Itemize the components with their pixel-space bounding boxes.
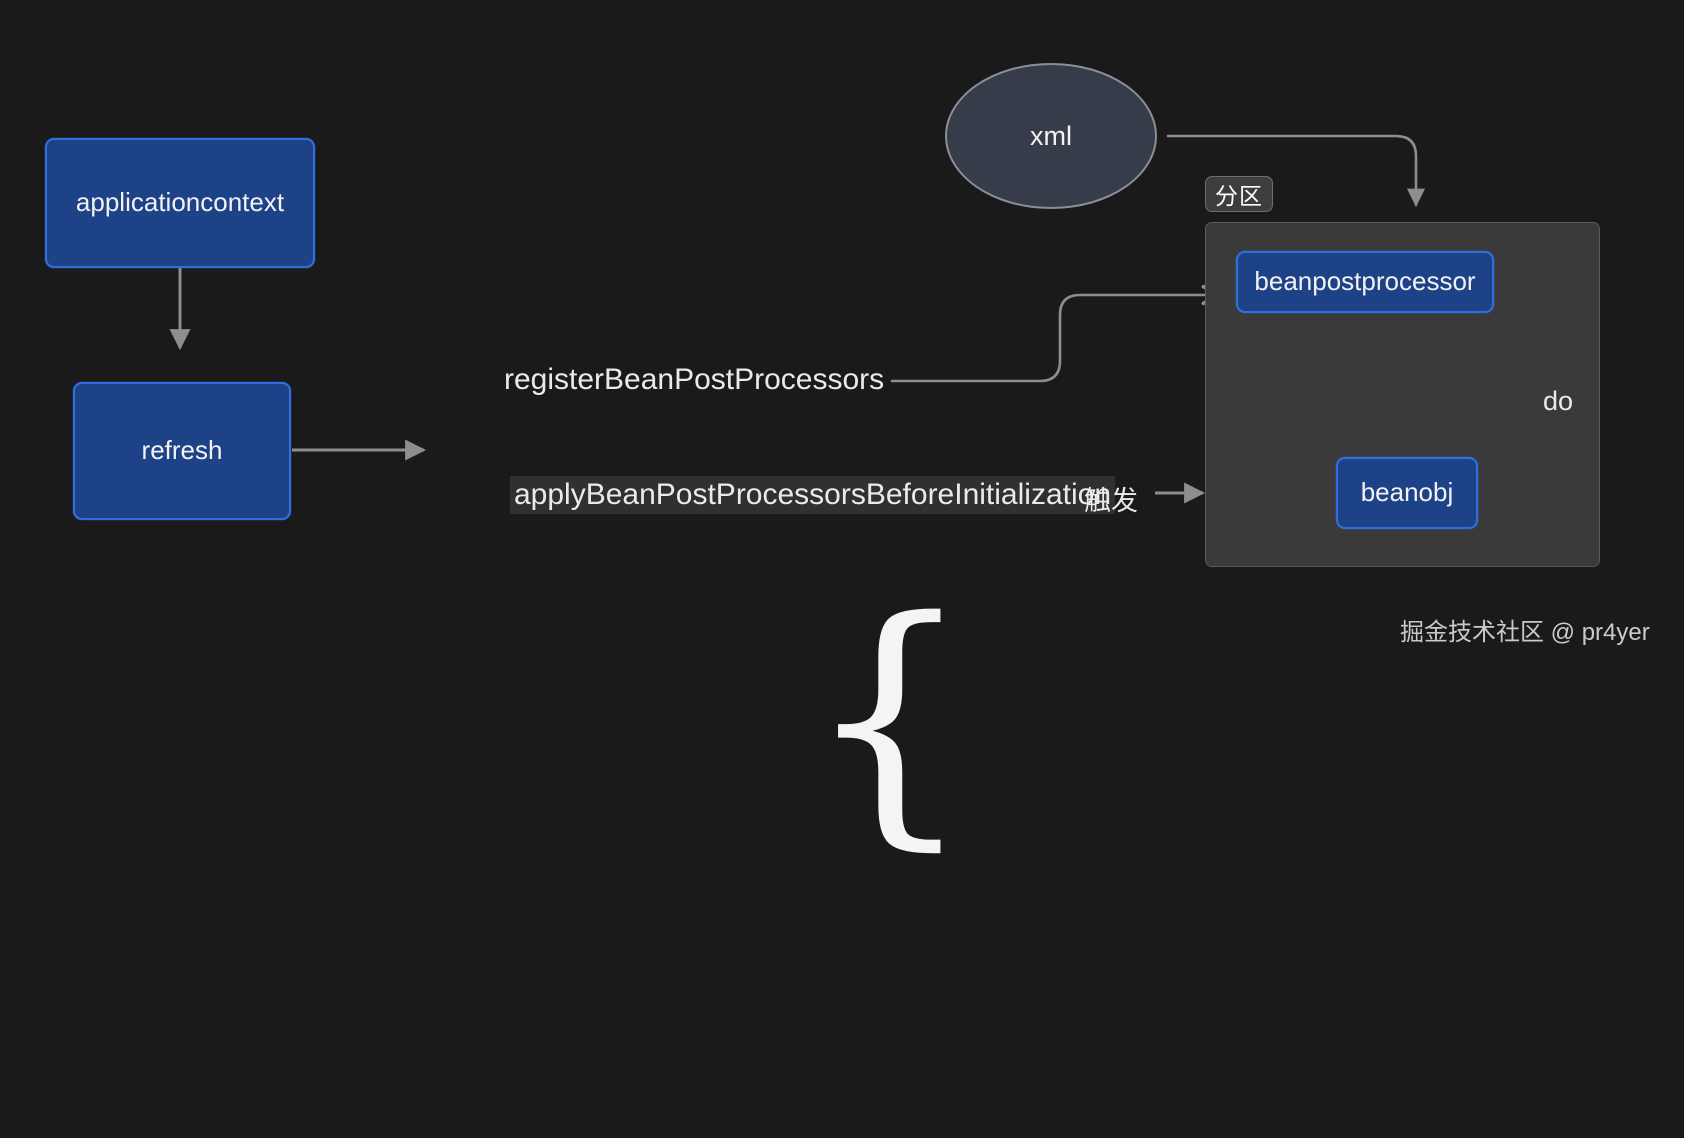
node-applicationcontext[interactable]: applicationcontext	[45, 138, 315, 268]
label-apply-text: applyBeanPostProcessorsBeforeInitializat…	[514, 478, 1111, 511]
label-apply-bean-post-processors-before-initialization: applyBeanPostProcessorsBeforeInitializat…	[510, 476, 1115, 514]
label-trigger: 触发	[1084, 479, 1138, 518]
node-refresh-label: refresh	[141, 435, 223, 466]
group-badge-label: 分区	[1215, 183, 1263, 209]
grouping-brace: {	[468, 322, 974, 1117]
watermark: 掘金技术社区 @ pr4yer	[1400, 612, 1650, 647]
node-beanpostprocessor[interactable]: beanpostprocessor	[1236, 251, 1494, 313]
node-beanobj[interactable]: beanobj	[1336, 457, 1478, 529]
label-do-text: do	[1543, 386, 1574, 416]
node-xml[interactable]: xml	[945, 63, 1157, 209]
node-refresh[interactable]: refresh	[73, 382, 291, 520]
label-trigger-text: 触发	[1084, 486, 1138, 516]
node-beanpostprocessor-label: beanpostprocessor	[1254, 266, 1476, 297]
group-badge-partition: 分区	[1205, 176, 1273, 212]
watermark-text: 掘金技术社区 @ pr4yer	[1400, 619, 1650, 646]
node-xml-label: xml	[1030, 120, 1072, 151]
grouping-brace-glyph: {	[804, 565, 974, 873]
node-beanobj-label: beanobj	[1360, 477, 1454, 508]
label-register-bean-post-processors: registerBeanPostProcessors	[504, 363, 884, 397]
diagram-canvas: applicationcontext refresh { registerBea…	[0, 0, 1684, 852]
node-applicationcontext-label: applicationcontext	[75, 187, 285, 218]
label-do: do	[1543, 386, 1573, 417]
label-register-text: registerBeanPostProcessors	[504, 363, 885, 396]
